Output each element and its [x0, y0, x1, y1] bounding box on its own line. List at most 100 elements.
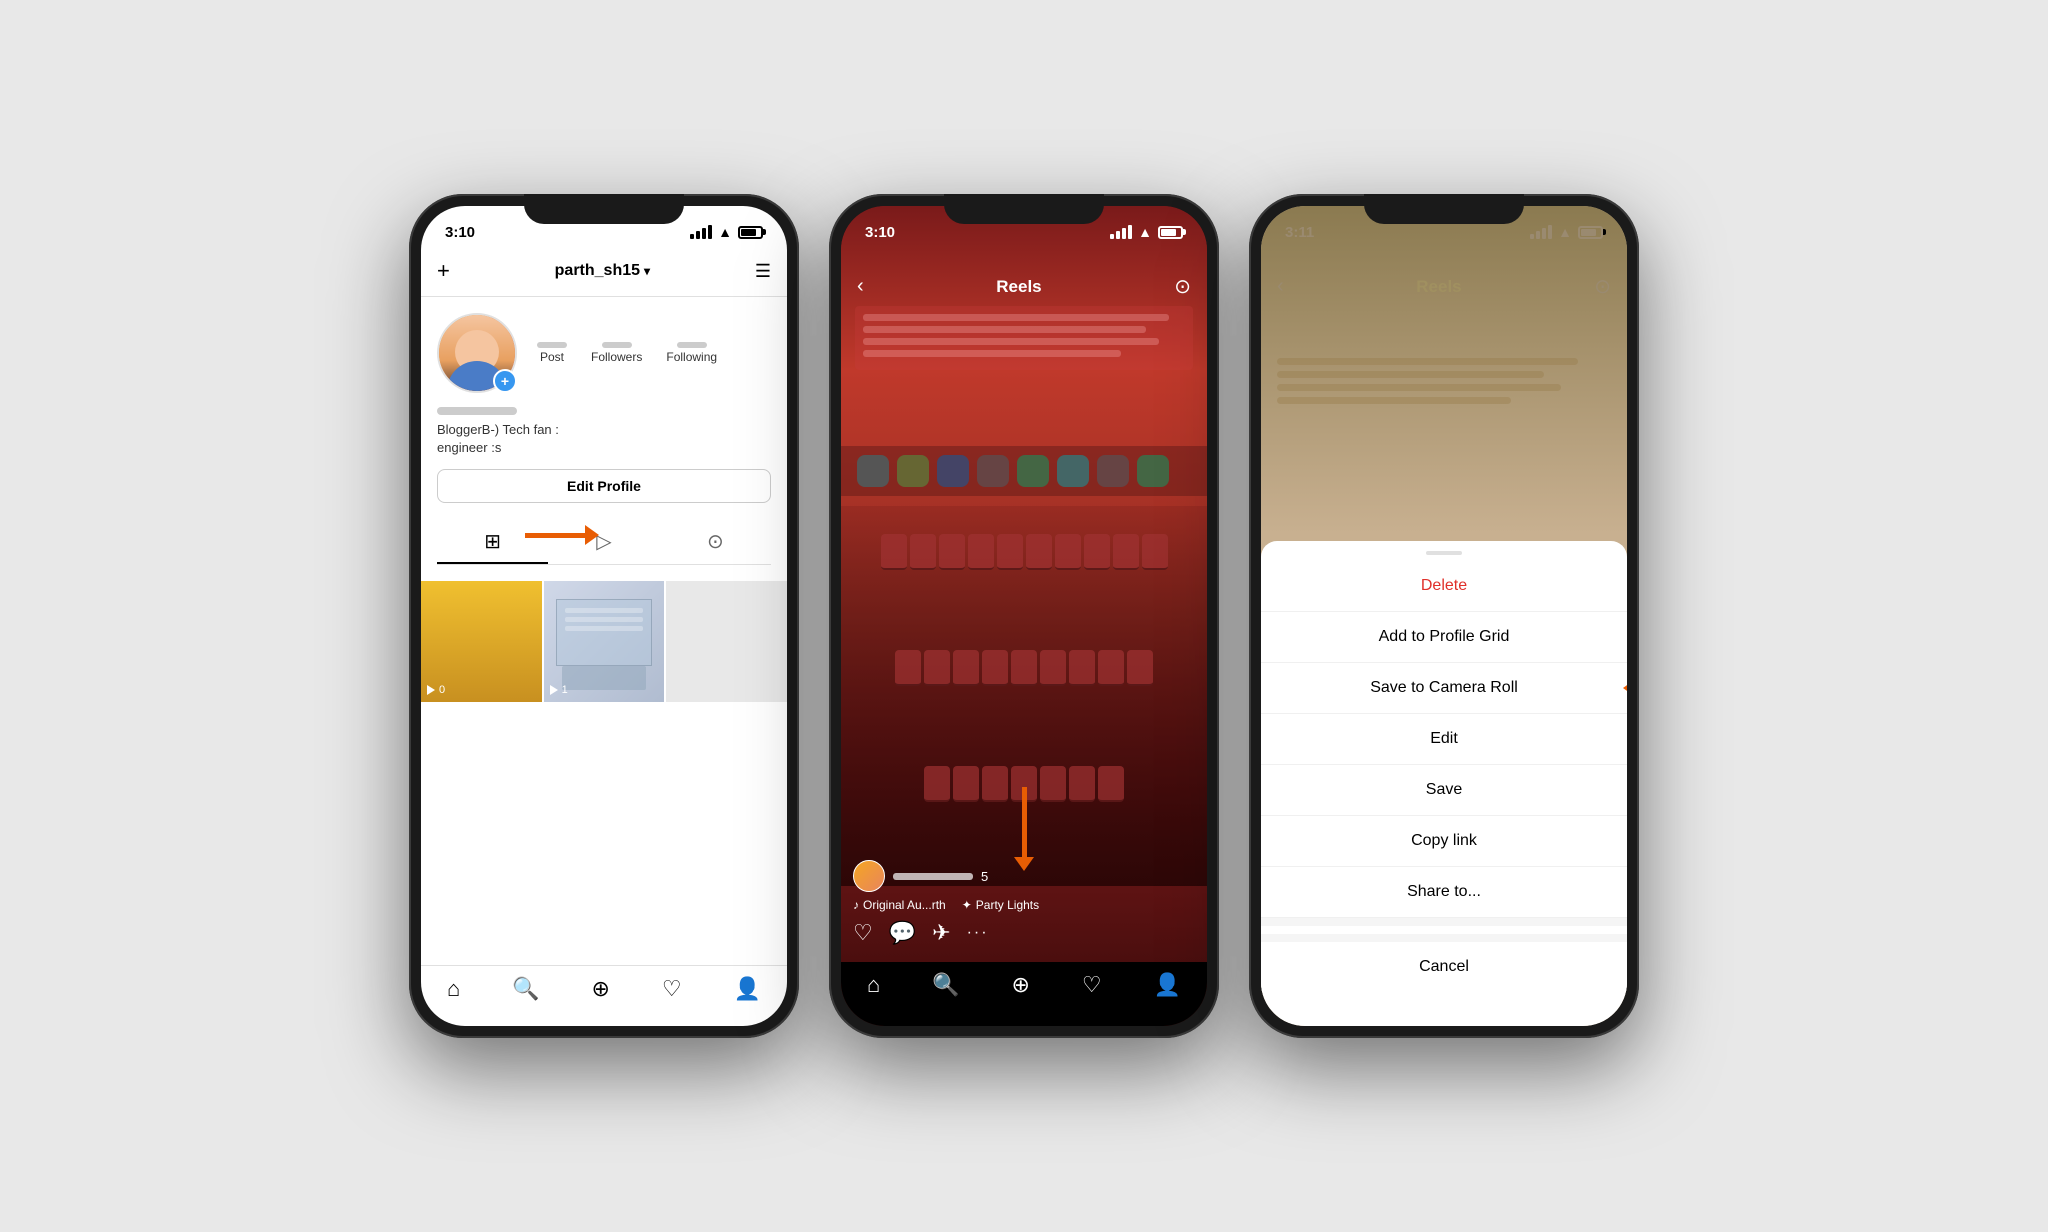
phone-1-screen: 3:10 ▲ + parth: [421, 206, 787, 1026]
p3-line-2: [1277, 371, 1544, 378]
status-time-3: 3:11: [1285, 224, 1314, 241]
edit-profile-button[interactable]: Edit Profile: [437, 469, 771, 503]
bottom-nav-2: ⌂ 🔍 ⊕ ♡ 👤: [841, 962, 1207, 1026]
phone-3: 3:11 ▲ ‹ Reels ⊙: [1249, 194, 1639, 1038]
signal-icon-2: [1110, 225, 1132, 239]
play-icon-2: [550, 685, 558, 695]
avatar-plus-button[interactable]: +: [493, 369, 517, 393]
phone3-reels-title: Reels: [1416, 277, 1461, 297]
signal-icon-3: [1530, 225, 1552, 239]
reels-camera-button[interactable]: ⊙: [1174, 274, 1191, 299]
sheet-item-save[interactable]: Save: [1261, 765, 1627, 816]
reels-bottom-info: 5 ♪ Original Au...rth ✦ Party Lights ♡ 💬…: [841, 860, 1207, 946]
profile-stats: Post Followers Following: [537, 342, 717, 364]
profile-bio: BloggerB-) Tech fan : engineer :s: [437, 407, 771, 457]
media-grid: 0: [421, 581, 787, 965]
article-text-overlay: [841, 296, 1207, 380]
tab-tagged[interactable]: ⊙: [660, 519, 771, 564]
sheet-item-add-to-grid[interactable]: Add to Profile Grid: [1261, 612, 1627, 663]
comment-button[interactable]: 💬: [889, 920, 916, 946]
wifi-icon-1: ▲: [718, 224, 732, 240]
phone3-reels-header: ‹ Reels ⊙: [1261, 266, 1627, 307]
home-icon[interactable]: ⌂: [447, 976, 460, 1002]
reel-actions: ♡ 💬 ✈ ···: [853, 920, 1195, 946]
sheet-item-cancel[interactable]: Cancel: [1261, 934, 1627, 992]
reel-avatar: [853, 860, 885, 892]
arrow-left-head: [1623, 678, 1627, 698]
heart-icon-2[interactable]: ♡: [1082, 972, 1102, 998]
battery-icon-2: [1158, 226, 1183, 239]
sheet-item-share-to[interactable]: Share to...: [1261, 867, 1627, 918]
phone3-content: [1261, 296, 1627, 496]
like-button[interactable]: ♡: [853, 920, 873, 946]
music-icon-1: ♪ Original Au...rth: [853, 898, 946, 912]
phone3-back-button[interactable]: ‹: [1277, 275, 1284, 298]
video-badge-1: 0: [427, 684, 445, 696]
status-bar-3: 3:11 ▲: [1261, 206, 1627, 250]
p3-line-1: [1277, 358, 1578, 365]
ig-username[interactable]: parth_sh15 ▾: [555, 262, 650, 280]
sheet-handle: [1426, 551, 1462, 555]
reel-music-row: ♪ Original Au...rth ✦ Party Lights: [853, 898, 1195, 912]
phone-2-screen: 3:10 ▲: [841, 206, 1207, 1026]
arrow-annotation-1: [525, 525, 599, 545]
wifi-icon-2: ▲: [1138, 224, 1152, 240]
play-icon-1: [427, 685, 435, 695]
arrow-down-annotation: [1014, 787, 1034, 871]
status-icons-2: ▲: [1110, 224, 1183, 240]
phone3-camera-button[interactable]: ⊙: [1594, 274, 1611, 299]
arrow-head-1: [585, 525, 599, 545]
reels-back-button[interactable]: ‹: [857, 275, 864, 298]
music-icon-2: ✦ Party Lights: [962, 898, 1039, 912]
sheet-item-delete[interactable]: Delete: [1261, 561, 1627, 612]
profile-icon-2[interactable]: 👤: [1154, 972, 1181, 998]
status-time-1: 3:10: [445, 224, 475, 241]
phone-2: 3:10 ▲: [829, 194, 1219, 1038]
grid-item-1[interactable]: 0: [421, 581, 542, 702]
sheet-divider: [1261, 918, 1627, 926]
following-stat[interactable]: Following: [666, 342, 717, 364]
battery-icon-3: [1578, 226, 1603, 239]
heart-icon[interactable]: ♡: [662, 976, 682, 1002]
profile-icon[interactable]: 👤: [734, 976, 761, 1002]
video-badge-2: 1: [550, 684, 568, 696]
notch-1: [524, 194, 684, 224]
more-options-button[interactable]: ···: [967, 924, 989, 942]
share-button[interactable]: ✈: [932, 920, 950, 946]
arrow-down-head: [1014, 857, 1034, 871]
reel-count: 5: [981, 869, 988, 884]
grid-item-3[interactable]: [666, 581, 787, 702]
reel-username: [893, 873, 973, 880]
status-icons-3: ▲: [1530, 224, 1603, 240]
sheet-item-edit[interactable]: Edit: [1261, 714, 1627, 765]
followers-stat[interactable]: Followers: [591, 342, 642, 364]
reels-video-bg: ‹ Reels ⊙ 5 ♪ Origi: [841, 206, 1207, 1026]
bio-name-bar: [437, 407, 517, 415]
reels-nav-bar: ‹ Reels ⊙: [841, 266, 1207, 307]
chevron-down-icon: ▾: [644, 264, 650, 278]
add-icon-2[interactable]: ⊕: [1012, 972, 1030, 998]
bio-text: BloggerB-) Tech fan : engineer :s: [437, 421, 771, 457]
grid-item-2[interactable]: 1: [544, 581, 665, 702]
search-icon[interactable]: 🔍: [512, 976, 539, 1002]
sheet-item-copy-link[interactable]: Copy link: [1261, 816, 1627, 867]
ig-plus-button[interactable]: +: [437, 258, 450, 284]
arrow-shaft-1: [525, 533, 585, 538]
search-icon-2[interactable]: 🔍: [932, 972, 959, 998]
signal-icon-1: [690, 225, 712, 239]
avatar-wrap: +: [437, 313, 517, 393]
reels-title: Reels: [996, 277, 1041, 297]
battery-icon-1: [738, 226, 763, 239]
ig-menu-button[interactable]: ☰: [755, 261, 771, 282]
sheet-item-save-camera-roll[interactable]: Save to Camera Roll: [1261, 663, 1627, 714]
followers-label: Followers: [591, 350, 642, 364]
app-dock: [841, 446, 1207, 496]
add-icon[interactable]: ⊕: [592, 976, 610, 1002]
post-count-bar: [537, 342, 567, 348]
ig-header: + parth_sh15 ▾ ☰: [421, 250, 787, 297]
status-icons-1: ▲: [690, 224, 763, 240]
home-icon-2[interactable]: ⌂: [867, 972, 880, 998]
p3-line-3: [1277, 384, 1561, 391]
post-label: Post: [540, 350, 564, 364]
arrow-down-shaft: [1022, 787, 1027, 857]
